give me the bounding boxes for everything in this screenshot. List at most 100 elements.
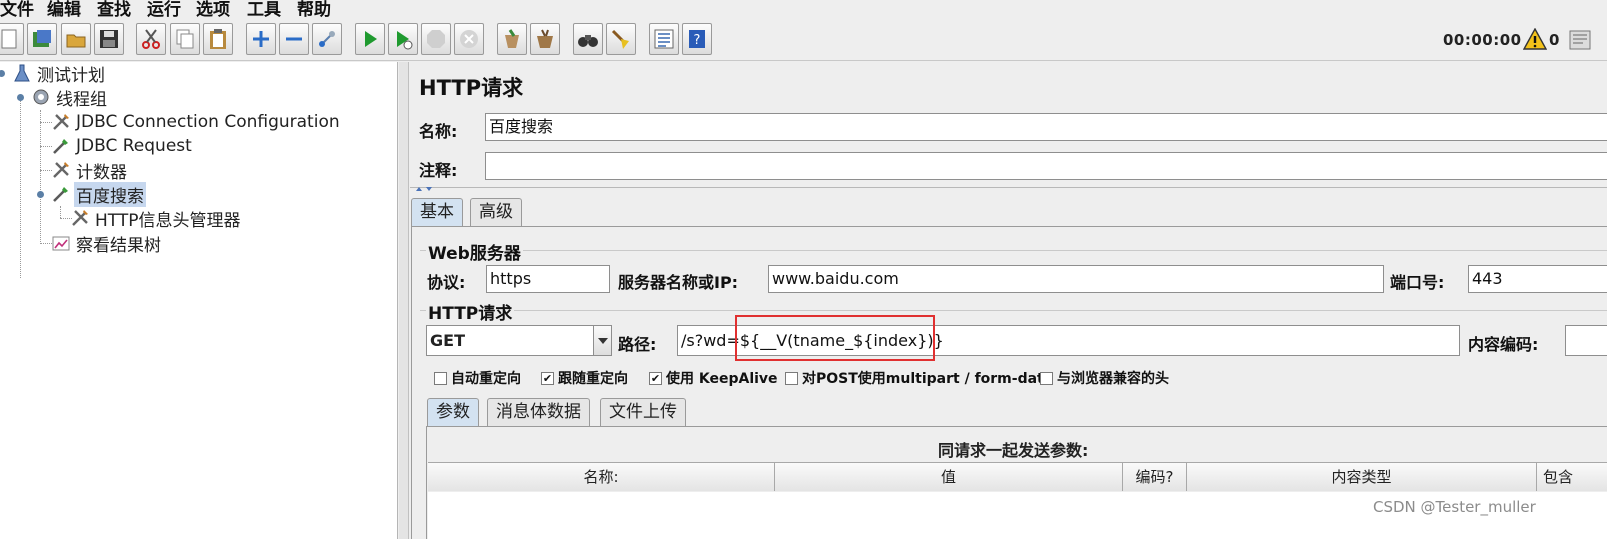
column-header-name[interactable]: 名称: (428, 463, 775, 491)
collapse-icon (286, 37, 302, 41)
column-header-value[interactable]: 值 (775, 463, 1123, 491)
clear-all-icon (537, 29, 553, 48)
shutdown-icon (460, 30, 478, 48)
tab-parameters[interactable]: 参数 (427, 398, 479, 426)
toolbar: ? 00:00:00 0 (0, 19, 1607, 61)
sampler-icon (53, 139, 68, 154)
menu-options[interactable]: 选项 (196, 0, 230, 18)
checkbox-box[interactable] (785, 371, 798, 385)
collapse-arrows-icon[interactable] (414, 185, 434, 193)
tree-node-label: 测试计划 (37, 65, 105, 86)
clear-button[interactable] (497, 23, 527, 55)
expand-toggle[interactable] (17, 94, 24, 101)
split-pane-divider[interactable] (399, 62, 409, 539)
column-header-content-type[interactable]: 内容类型 (1187, 463, 1537, 491)
templates-button[interactable] (27, 23, 57, 55)
test-plan-icon (14, 64, 30, 82)
menu-run[interactable]: 运行 (147, 0, 181, 18)
test-plan-tree: 测试计划 线程组 JDBC Connection Configuration J… (0, 62, 398, 539)
expand-icon (253, 31, 269, 47)
follow-redirects-checkbox[interactable]: ✔ 跟随重定向 (541, 368, 628, 388)
server-label: 服务器名称或IP: (618, 273, 739, 292)
reset-search-icon (611, 29, 629, 49)
method-value: GET (430, 331, 465, 350)
tab-basic[interactable]: 基本 (411, 198, 463, 226)
function-helper-button[interactable] (649, 23, 679, 55)
http-request-panel: HTTP请求 名称: 百度搜索 注释: 基本 高级 Web服务器 协议: htt… (410, 62, 1607, 539)
server-field[interactable]: www.baidu.com (768, 265, 1384, 293)
tree-node-test-plan[interactable]: 测试计划 (12, 62, 107, 86)
method-select[interactable]: GET (426, 325, 612, 356)
search-button[interactable] (573, 23, 603, 55)
new-button[interactable] (0, 23, 24, 55)
checkbox-box[interactable]: ✔ (649, 371, 662, 385)
stop-button[interactable] (421, 23, 451, 55)
browser-compatible-headers-checkbox[interactable]: 与浏览器兼容的头 (1040, 368, 1169, 388)
expand-toggle[interactable] (0, 70, 5, 77)
warning-count: 0 (1549, 31, 1560, 49)
templates-icon (33, 30, 51, 47)
collapse-all-button[interactable] (279, 23, 309, 55)
tree-node-baidu-search[interactable]: 百度搜索 (51, 181, 146, 207)
tab-files-upload[interactable]: 文件上传 (600, 398, 686, 426)
checkbox-box[interactable] (434, 371, 447, 385)
port-field[interactable]: 443 (1468, 265, 1607, 293)
tree-node-http-header-manager[interactable]: HTTP信息头管理器 (70, 207, 243, 231)
save-button[interactable] (94, 23, 124, 55)
config-element-icon (72, 210, 88, 226)
comment-field[interactable] (485, 152, 1607, 180)
expand-toggle[interactable] (37, 191, 44, 198)
name-field[interactable]: 百度搜索 (485, 113, 1607, 141)
clear-all-button[interactable] (530, 23, 560, 55)
search-icon (578, 35, 598, 47)
multipart-checkbox[interactable]: 对POST使用multipart / form-data (785, 368, 1053, 388)
auto-redirect-checkbox[interactable]: 自动重定向 (434, 368, 521, 388)
checkbox-box[interactable] (1040, 371, 1053, 385)
content-encoding-label: 内容编码: (1468, 335, 1539, 354)
tab-body-data[interactable]: 消息体数据 (487, 398, 590, 426)
tree-node-jdbc-connection-configuration[interactable]: JDBC Connection Configuration (51, 111, 342, 133)
listener-icon (52, 236, 70, 251)
elapsed-time: 00:00:00 (1443, 31, 1522, 49)
content-encoding-field[interactable] (1565, 325, 1607, 356)
checkbox-box[interactable]: ✔ (541, 371, 554, 385)
tree-node-view-results-tree[interactable]: 察看结果树 (51, 232, 163, 256)
copy-button[interactable] (170, 23, 200, 55)
shutdown-button[interactable] (454, 23, 484, 55)
keepalive-checkbox[interactable]: ✔ 使用 KeepAlive (649, 368, 778, 388)
sampler-icon (53, 187, 68, 202)
protocol-field[interactable]: https (486, 265, 610, 293)
cut-button[interactable] (136, 23, 166, 55)
warning-icon[interactable] (1523, 28, 1547, 50)
start-button[interactable] (355, 23, 385, 55)
menu-file[interactable]: 文件 (0, 0, 34, 18)
tree-node-thread-group[interactable]: 线程组 (31, 86, 109, 110)
menu-edit[interactable]: 编辑 (47, 0, 81, 18)
tree-node-label: 察看结果树 (76, 235, 161, 256)
svg-text:?: ? (694, 33, 701, 48)
toggle-button[interactable] (312, 23, 342, 55)
tree-node-counter[interactable]: 计数器 (51, 159, 129, 183)
help-button[interactable]: ? (682, 23, 712, 55)
chevron-down-icon[interactable] (593, 326, 611, 355)
tab-advanced[interactable]: 高级 (470, 198, 522, 226)
tree-node-label: JDBC Request (76, 136, 192, 156)
tree-node-jdbc-request[interactable]: JDBC Request (51, 135, 194, 157)
reset-search-button[interactable] (606, 23, 636, 55)
paste-button[interactable] (203, 23, 233, 55)
new-icon (1, 29, 17, 49)
menu-help[interactable]: 帮助 (297, 0, 331, 18)
parameters-table-header: 名称: 值 编码? 内容类型 包含 (428, 462, 1607, 491)
checkbox-label: 自动重定向 (451, 371, 521, 387)
column-header-include[interactable]: 包含 (1537, 463, 1607, 491)
name-label: 名称: (419, 122, 458, 141)
menu-search[interactable]: 查找 (97, 0, 131, 18)
toggle-icon (319, 31, 335, 47)
start-no-pauses-button[interactable] (388, 23, 418, 55)
menu-tools[interactable]: 工具 (247, 0, 281, 18)
column-header-encode[interactable]: 编码? (1123, 463, 1187, 491)
expand-all-button[interactable] (246, 23, 276, 55)
clear-icon (505, 29, 519, 48)
cut-icon (142, 29, 160, 49)
open-button[interactable] (61, 23, 91, 55)
